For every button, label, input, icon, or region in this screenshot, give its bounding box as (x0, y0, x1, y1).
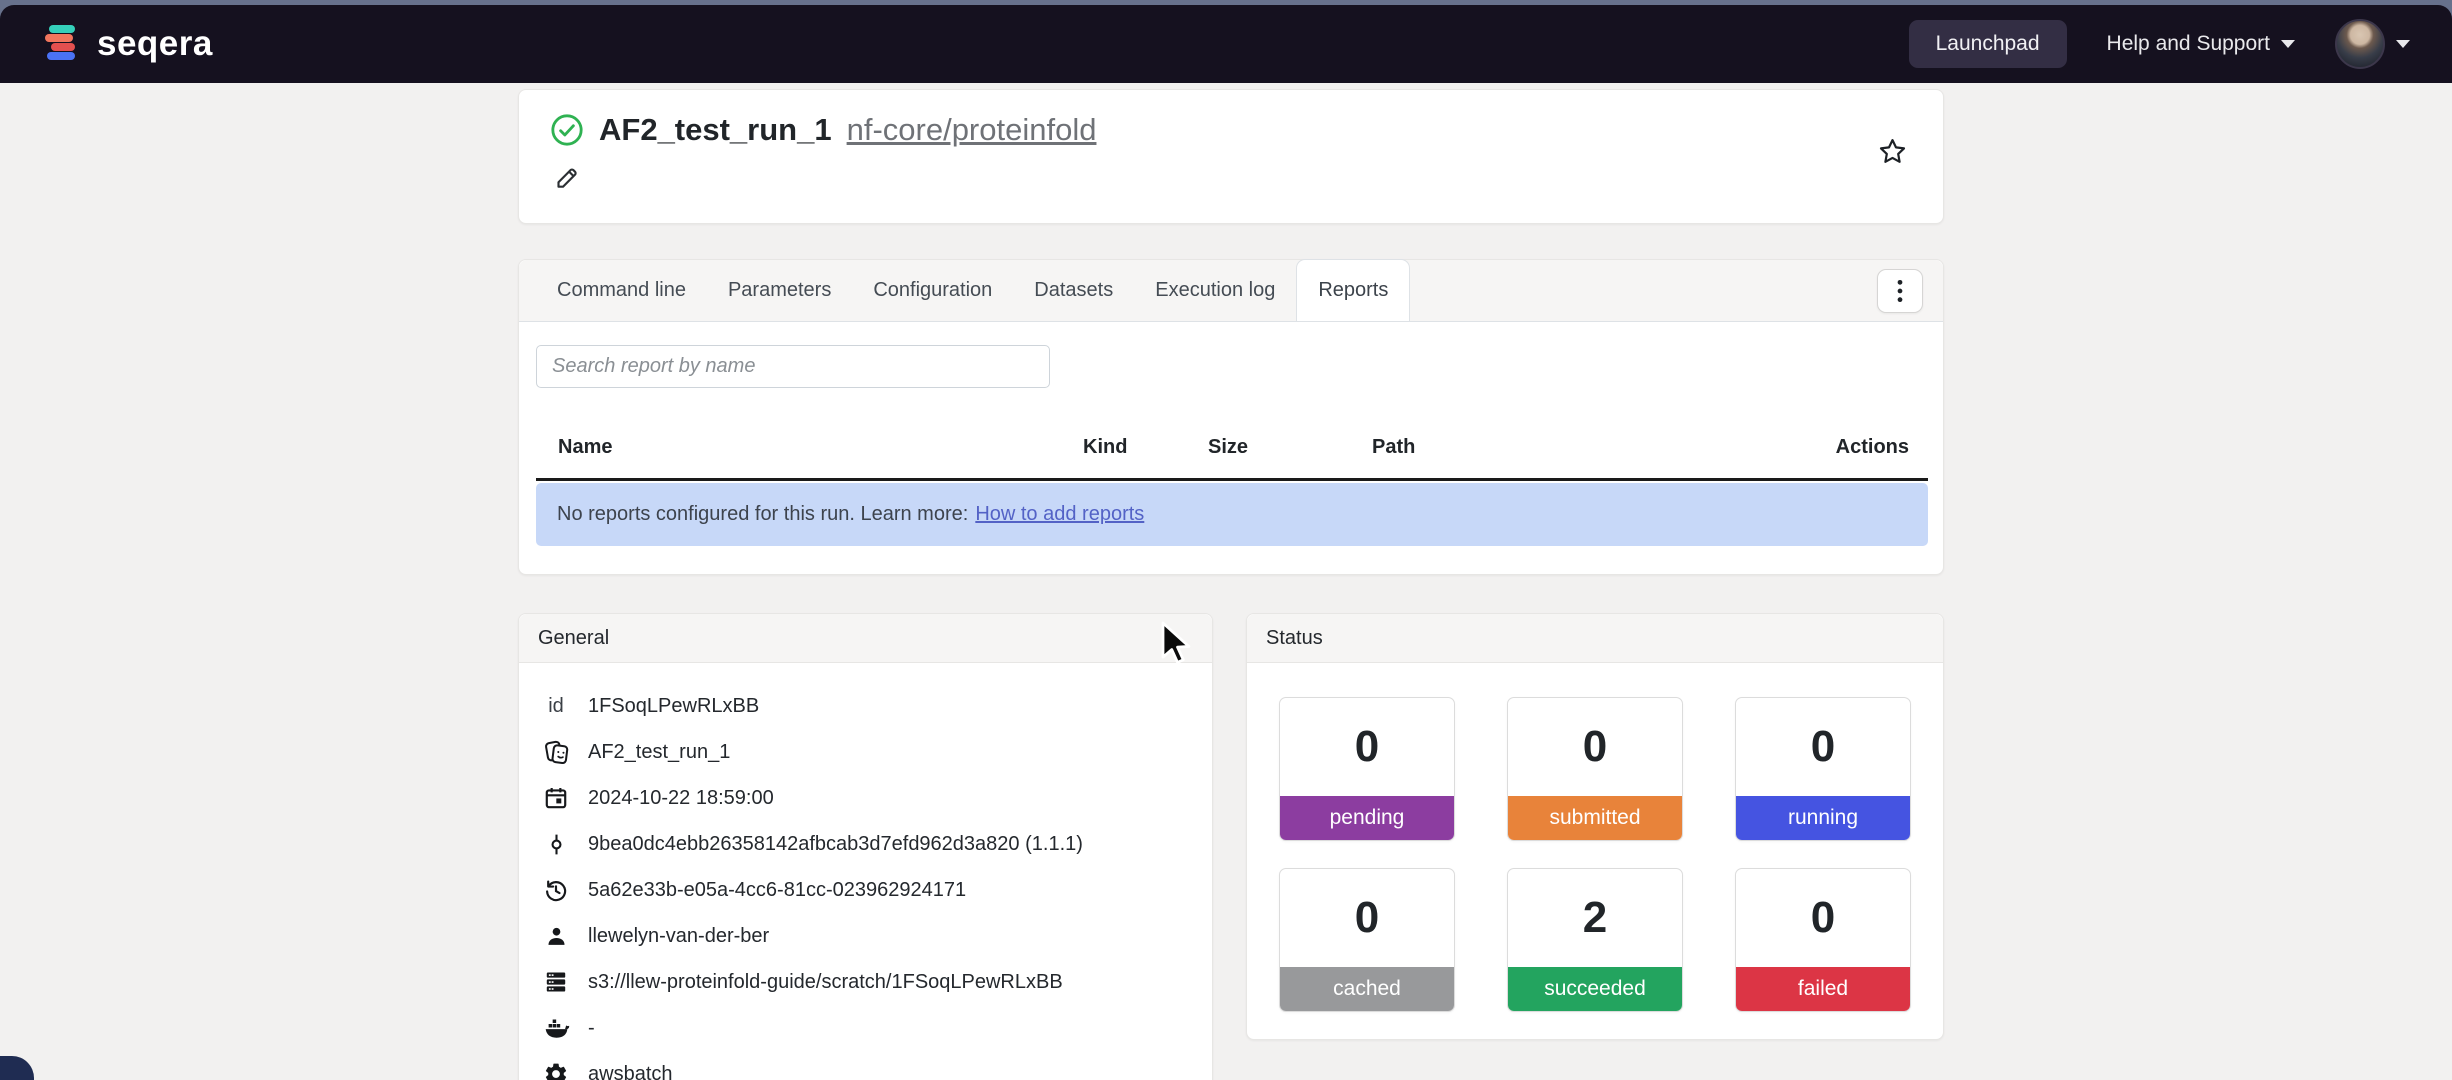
username-value: llewelyn-van-der-ber (588, 925, 769, 948)
failed-label: failed (1736, 967, 1910, 1011)
general-row-session: 5a62e33b-e05a-4cc6-81cc-023962924171 (519, 867, 1212, 913)
general-panel-header: General (519, 614, 1212, 663)
run-title-row: AF2_test_run_1 nf-core/proteinfold (550, 112, 1096, 148)
run-options-button[interactable] (1877, 269, 1923, 313)
app-frame: seqera Launchpad Help and Support AF2_te (0, 0, 2452, 1080)
running-count: 0 (1736, 698, 1910, 796)
status-grid: 0 pending 0 submitted 0 running 0 cached… (1247, 663, 1943, 1012)
edit-run-button[interactable] (554, 164, 581, 196)
pending-label: pending (1280, 796, 1454, 840)
tab-datasets[interactable]: Datasets (1013, 260, 1134, 321)
calendar-icon (541, 785, 571, 811)
running-label: running (1736, 796, 1910, 840)
column-header-path: Path (1372, 436, 1415, 459)
status-card-pending: 0 pending (1279, 697, 1455, 841)
succeeded-count: 2 (1508, 869, 1682, 967)
cached-label: cached (1280, 967, 1454, 1011)
seqera-logo[interactable]: seqera (42, 22, 213, 66)
no-reports-banner: No reports configured for this run. Lear… (536, 483, 1928, 546)
reports-table-header: Name Kind Size Path Actions (536, 418, 1928, 481)
succeeded-label: succeeded (1508, 967, 1682, 1011)
status-card-cached: 0 cached (1279, 868, 1455, 1012)
general-rows: id 1FSoqLPewRLxBB AF2_test_run_1 (519, 663, 1212, 1080)
pending-count: 0 (1280, 698, 1454, 796)
status-panel: Status 0 pending 0 submitted 0 running 0… (1246, 613, 1944, 1040)
executor-value: awsbatch (588, 1063, 673, 1080)
cached-count: 0 (1280, 869, 1454, 967)
tab-execution-log[interactable]: Execution log (1134, 260, 1296, 321)
status-card-succeeded: 2 succeeded (1507, 868, 1683, 1012)
work-directory-value: s3://llew-proteinfold-guide/scratch/1FSo… (588, 971, 1063, 994)
general-row-container: - (519, 1005, 1212, 1051)
column-header-name: Name (558, 436, 612, 459)
general-row-user: llewelyn-van-der-ber (519, 913, 1212, 959)
status-panel-title: Status (1266, 627, 1323, 650)
general-row-id: id 1FSoqLPewRLxBB (519, 683, 1212, 729)
tab-command-line[interactable]: Command line (536, 260, 707, 321)
status-card-running: 0 running (1735, 697, 1911, 841)
tab-parameters[interactable]: Parameters (707, 260, 852, 321)
status-card-submitted: 0 submitted (1507, 697, 1683, 841)
top-navbar: seqera Launchpad Help and Support (0, 5, 2452, 83)
submitted-count: 0 (1508, 698, 1682, 796)
run-id-value: 1FSoqLPewRLxBB (588, 695, 759, 718)
run-title: AF2_test_run_1 (599, 112, 832, 148)
session-id-value: 5a62e33b-e05a-4cc6-81cc-023962924171 (588, 879, 966, 902)
help-and-support-label: Help and Support (2107, 32, 2270, 56)
seqera-logo-icon (42, 22, 82, 66)
column-header-kind: Kind (1083, 436, 1127, 459)
chevron-down-icon (2396, 40, 2410, 48)
tab-configuration[interactable]: Configuration (852, 260, 1013, 321)
page-background: AF2_test_run_1 nf-core/proteinfold Comma… (0, 83, 2452, 1080)
favorite-star-button[interactable] (1877, 136, 1908, 172)
status-panel-header: Status (1247, 614, 1943, 663)
container-value: - (588, 1017, 595, 1040)
general-panel-title: General (538, 627, 609, 650)
kebab-menu-icon (1889, 278, 1911, 304)
id-label: id (541, 695, 571, 718)
success-check-circle-icon (550, 113, 584, 147)
desktop-corner-accent (0, 1056, 34, 1080)
session-history-icon (541, 877, 571, 903)
search-report-input[interactable] (536, 345, 1050, 388)
avatar[interactable] (2335, 19, 2385, 69)
user-menu[interactable] (2335, 19, 2410, 69)
general-row-date: 2024-10-22 18:59:00 (519, 775, 1212, 821)
launchpad-button[interactable]: Launchpad (1909, 20, 2067, 68)
no-reports-text: No reports configured for this run. Lear… (557, 503, 968, 526)
pencil-icon (554, 164, 581, 191)
executor-icon (541, 1061, 571, 1080)
navbar-right: Launchpad Help and Support (1909, 19, 2410, 69)
brand-wordmark: seqera (97, 24, 213, 64)
general-row-executor: awsbatch (519, 1051, 1212, 1080)
how-to-add-reports-link[interactable]: How to add reports (975, 503, 1144, 526)
general-row-commit: 9bea0dc4ebb26358142afbcab3d7efd962d3a820… (519, 821, 1212, 867)
general-row-workdir: s3://llew-proteinfold-guide/scratch/1FSo… (519, 959, 1212, 1005)
chevron-down-icon (2281, 40, 2295, 48)
work-directory-icon (541, 969, 571, 995)
star-icon (1877, 136, 1908, 167)
user-icon (541, 924, 571, 949)
run-detail-card: Command line Parameters Configuration Da… (518, 259, 1944, 575)
column-header-actions: Actions (1836, 436, 1909, 459)
commit-id-value: 9bea0dc4ebb26358142afbcab3d7efd962d3a820… (588, 833, 1083, 856)
run-name-masks-icon (541, 739, 571, 766)
help-and-support-menu[interactable]: Help and Support (2107, 32, 2295, 56)
submitted-label: submitted (1508, 796, 1682, 840)
git-commit-icon (541, 832, 571, 857)
launch-date-value: 2024-10-22 18:59:00 (588, 787, 774, 810)
container-icon (541, 1015, 571, 1042)
failed-count: 0 (1736, 869, 1910, 967)
status-card-failed: 0 failed (1735, 868, 1911, 1012)
general-row-run-name: AF2_test_run_1 (519, 729, 1212, 775)
general-panel: General id 1FSoqLPewRLxBB (518, 613, 1213, 1080)
tab-reports[interactable]: Reports (1296, 259, 1410, 321)
column-header-size: Size (1208, 436, 1248, 459)
tab-bar: Command line Parameters Configuration Da… (519, 260, 1943, 322)
run-name-value: AF2_test_run_1 (588, 741, 730, 764)
run-header-card: AF2_test_run_1 nf-core/proteinfold (518, 89, 1944, 224)
pipeline-link[interactable]: nf-core/proteinfold (847, 112, 1097, 148)
